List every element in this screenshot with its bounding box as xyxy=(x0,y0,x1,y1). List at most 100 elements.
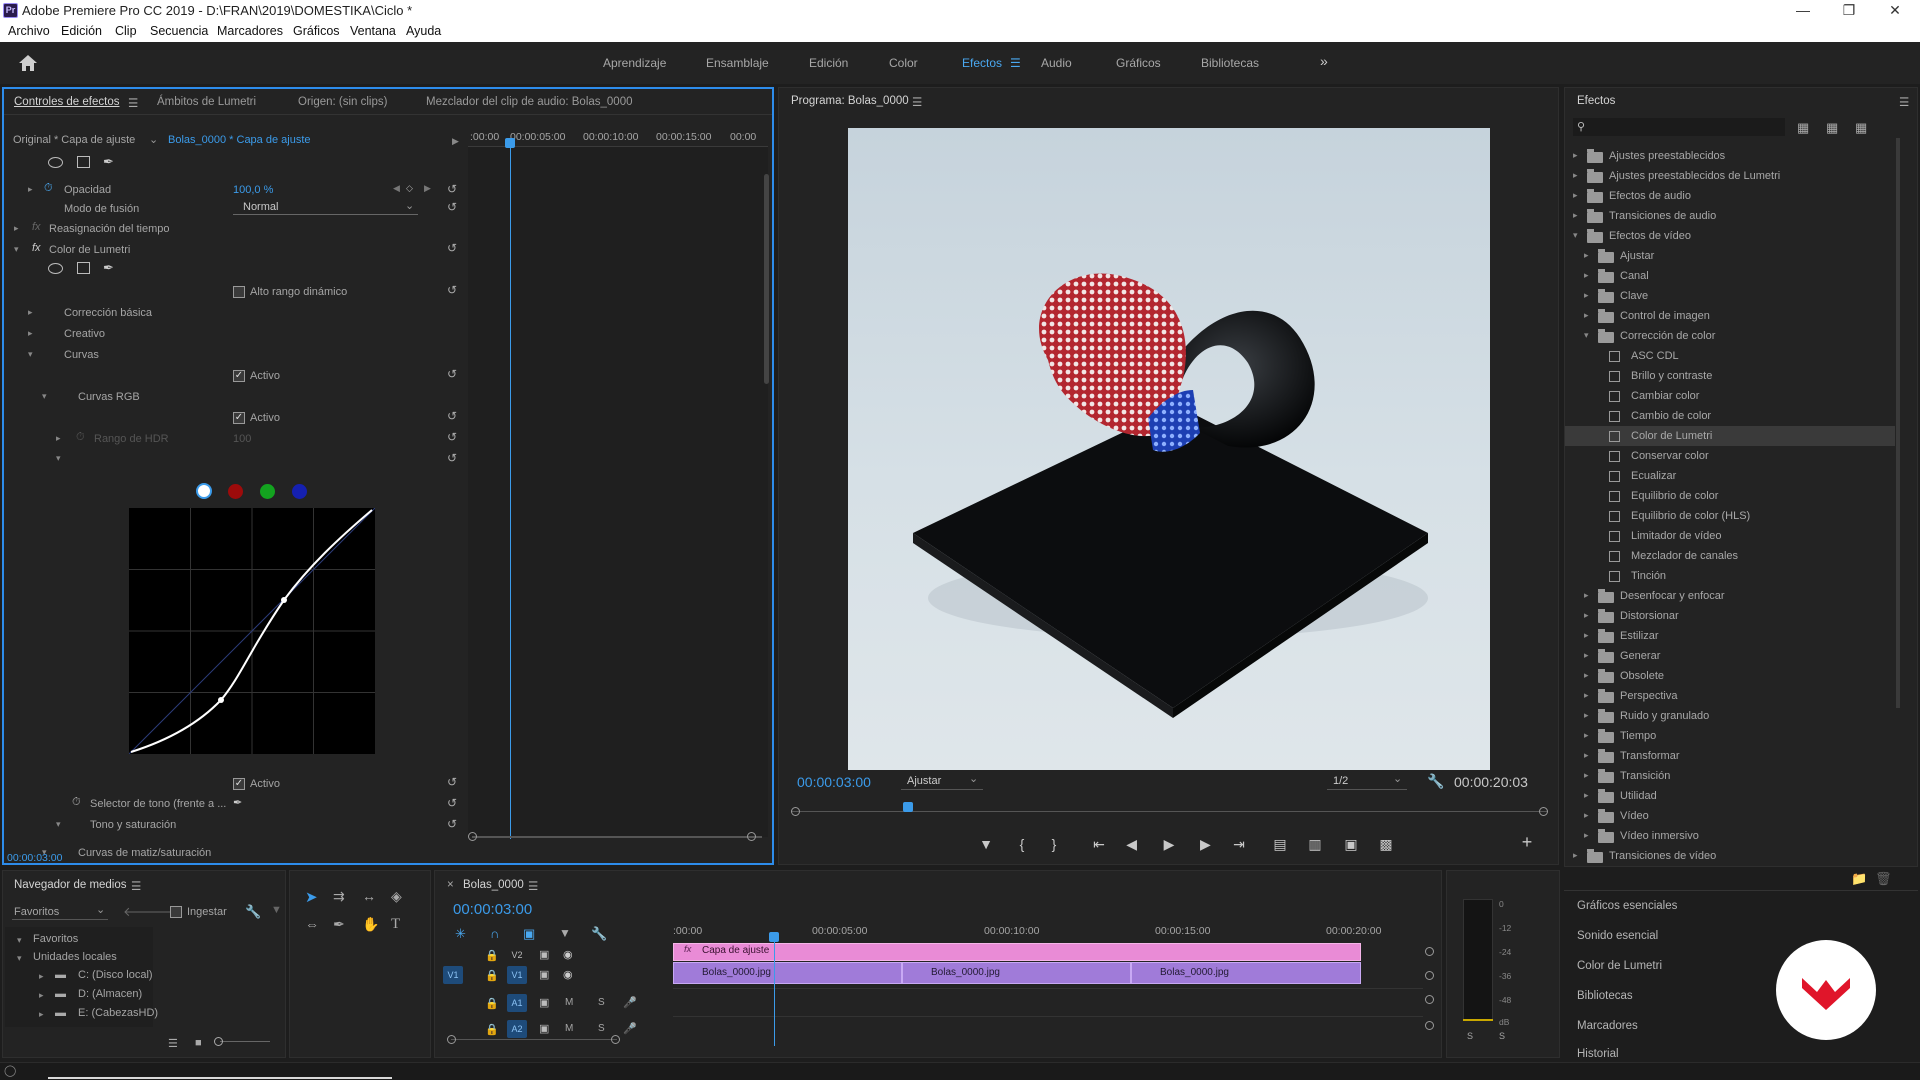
reset-icon[interactable]: ↺ xyxy=(447,201,459,213)
list-view-icon[interactable]: ☰ xyxy=(168,1037,178,1050)
program-video-frame[interactable] xyxy=(848,128,1490,770)
video-clip[interactable]: Bolas_0000.jpg xyxy=(673,962,902,984)
track-height-handle[interactable] xyxy=(1425,1021,1434,1030)
media-browser-menu-icon[interactable]: ☰ xyxy=(131,879,141,893)
effect-folder[interactable]: ▸ Vídeo xyxy=(1565,806,1895,826)
chevron-right-icon[interactable]: ▸ xyxy=(1573,850,1578,861)
effect-item[interactable]: Ecualizar xyxy=(1565,466,1895,486)
chevron-right-icon[interactable]: ▸ xyxy=(1584,290,1589,301)
track-v1[interactable]: V1 xyxy=(507,966,527,984)
chevron-right-icon[interactable]: ▸ xyxy=(1573,170,1578,181)
effect-folder[interactable]: ▸ Vídeo inmersivo xyxy=(1565,826,1895,846)
chevron-right-icon[interactable]: ▸ xyxy=(1584,650,1589,661)
restore-icon[interactable]: ❐ xyxy=(1826,0,1872,21)
ec-playhead-handle[interactable] xyxy=(505,138,515,148)
blend-mode-select[interactable]: Normal ⌄ xyxy=(233,199,418,215)
timeline-zoom-scrollbar[interactable] xyxy=(451,1039,617,1040)
clip-selector[interactable]: Bolas_0000 * Capa de ajuste xyxy=(168,134,311,146)
program-scrubber[interactable] xyxy=(791,802,1548,818)
linked-selection-icon[interactable]: ▣ xyxy=(523,926,535,942)
chevron-right-icon[interactable]: ▸ xyxy=(1584,690,1589,701)
delete-icon[interactable]: 🗑 xyxy=(1875,871,1892,887)
chevron-right-icon[interactable]: ▸ xyxy=(1584,710,1589,721)
pen-mask-icon[interactable]: ✒ xyxy=(103,154,114,170)
chevron-right-icon[interactable]: ▸ xyxy=(1584,810,1589,821)
go-to-out-icon[interactable]: ⇥ xyxy=(1230,836,1248,853)
reset-icon[interactable]: ↺ xyxy=(447,776,459,788)
menu-archivo[interactable]: Archivo xyxy=(8,24,50,38)
menu-clip[interactable]: Clip xyxy=(115,24,137,38)
comparison-view-icon[interactable]: ▩ xyxy=(1377,836,1395,853)
sync-lock-icon[interactable]: ▣ xyxy=(539,968,549,981)
chevron-right-icon[interactable]: ▸ xyxy=(1584,830,1589,841)
blue-channel-button[interactable] xyxy=(292,484,307,499)
chevron-right-icon[interactable]: ▸ xyxy=(1584,270,1589,281)
lock-icon[interactable]: 🔒 xyxy=(485,969,499,982)
lock-icon[interactable]: 🔒 xyxy=(485,949,499,962)
mute-button[interactable]: M xyxy=(565,1023,573,1034)
nest-icon[interactable]: ✳ xyxy=(455,926,466,942)
hue-vs-sat-label[interactable]: Tono y saturación xyxy=(90,819,176,831)
ec-keyframe-area[interactable] xyxy=(468,147,768,837)
effect-item[interactable]: ASC CDL xyxy=(1565,346,1895,366)
effect-folder[interactable]: ▸ Ajustar xyxy=(1565,246,1895,266)
workspace-graficos[interactable]: Gráficos xyxy=(1116,56,1161,70)
ingest-checkbox[interactable] xyxy=(170,906,182,918)
effect-item[interactable]: Mezclador de canales xyxy=(1565,546,1895,566)
timeline-timecode[interactable]: 00:00:03:00 xyxy=(453,901,532,918)
time-remap-expand-icon[interactable]: ▸ xyxy=(14,223,19,234)
effect-folder[interactable]: ▸ Obsolete xyxy=(1565,666,1895,686)
chevron-right-icon[interactable]: ▸ xyxy=(1584,790,1589,801)
microphone-icon[interactable]: 🎤 xyxy=(623,1022,637,1035)
track-v2[interactable]: V2 xyxy=(507,946,527,964)
video-clip[interactable]: Bolas_0000.jpg xyxy=(902,962,1131,984)
effect-folder[interactable]: ▸ Clave xyxy=(1565,286,1895,306)
hdr-checkbox[interactable] xyxy=(233,286,245,298)
white-channel-button[interactable] xyxy=(196,483,212,499)
panel-libraries[interactable]: Bibliotecas xyxy=(1577,990,1633,1002)
snap-icon[interactable]: ∩ xyxy=(490,926,499,941)
opacity-value[interactable]: 100,0 % xyxy=(233,184,273,196)
workspace-ensamblaje[interactable]: Ensamblaje xyxy=(706,56,769,70)
basic-correction-label[interactable]: Corrección básica xyxy=(64,307,152,319)
tree-drive-d[interactable]: D: (Almacen) xyxy=(78,988,142,1000)
zoom-slider[interactable] xyxy=(220,1041,270,1042)
chevron-right-icon[interactable]: ▸ xyxy=(1584,590,1589,601)
more-workspaces-icon[interactable]: » xyxy=(1320,53,1328,69)
chevron-right-icon[interactable]: ▸ xyxy=(1584,610,1589,621)
workspace-efectos[interactable]: Efectos xyxy=(962,56,1002,70)
step-forward-icon[interactable]: ▶ xyxy=(1195,836,1213,853)
zoom-handle-right[interactable] xyxy=(747,832,756,841)
effect-folder[interactable]: ▸ Transiciones de vídeo xyxy=(1565,846,1895,866)
pen-mask-icon[interactable]: ✒ xyxy=(103,260,114,276)
eye-icon[interactable]: ◉ xyxy=(563,948,573,961)
ec-timecode[interactable]: 00:00:03:00 xyxy=(7,852,62,864)
effect-folder[interactable]: ▸ Ruido y granulado xyxy=(1565,706,1895,726)
mute-button[interactable]: M xyxy=(565,997,573,1008)
panel-essential-sound[interactable]: Sonido esencial xyxy=(1577,930,1658,942)
prev-keyframe-icon[interactable]: ◀ xyxy=(393,183,400,194)
reset-icon[interactable]: ↺ xyxy=(447,242,459,254)
chevron-down-icon[interactable]: ▾ xyxy=(1584,330,1589,341)
reset-icon[interactable]: ↺ xyxy=(447,183,459,195)
go-to-in-icon[interactable]: ⇤ xyxy=(1090,836,1108,853)
timeline-menu-icon[interactable]: ☰ xyxy=(528,879,538,893)
reset-icon[interactable]: ↺ xyxy=(447,431,459,443)
opacity-expand-icon[interactable]: ▸ xyxy=(28,184,33,195)
close-sequence-icon[interactable]: × xyxy=(447,879,454,891)
zoom-slider-handle[interactable] xyxy=(214,1037,223,1046)
master-clip-label[interactable]: Original * Capa de ajuste xyxy=(13,134,135,146)
solo-button[interactable]: S xyxy=(598,1023,605,1034)
tree-drive-e[interactable]: E: (CabezasHD) xyxy=(78,1007,158,1019)
panel-markers[interactable]: Marcadores xyxy=(1577,1020,1638,1032)
curves-collapse-icon[interactable]: ▾ xyxy=(28,349,33,360)
curves-label[interactable]: Curvas xyxy=(64,349,99,361)
effect-folder[interactable]: ▸ Desenfocar y enfocar xyxy=(1565,586,1895,606)
effect-folder[interactable]: ▸ Perspectiva xyxy=(1565,686,1895,706)
rgb-active-checkbox[interactable]: ✓ xyxy=(233,412,245,424)
sync-lock-icon[interactable]: ▣ xyxy=(539,1022,549,1035)
curve-editor-collapse-icon[interactable]: ▾ xyxy=(56,453,61,464)
lock-icon[interactable]: 🔒 xyxy=(485,997,499,1010)
program-playhead[interactable] xyxy=(903,802,913,812)
chevron-right-icon[interactable]: ▸ xyxy=(1584,670,1589,681)
